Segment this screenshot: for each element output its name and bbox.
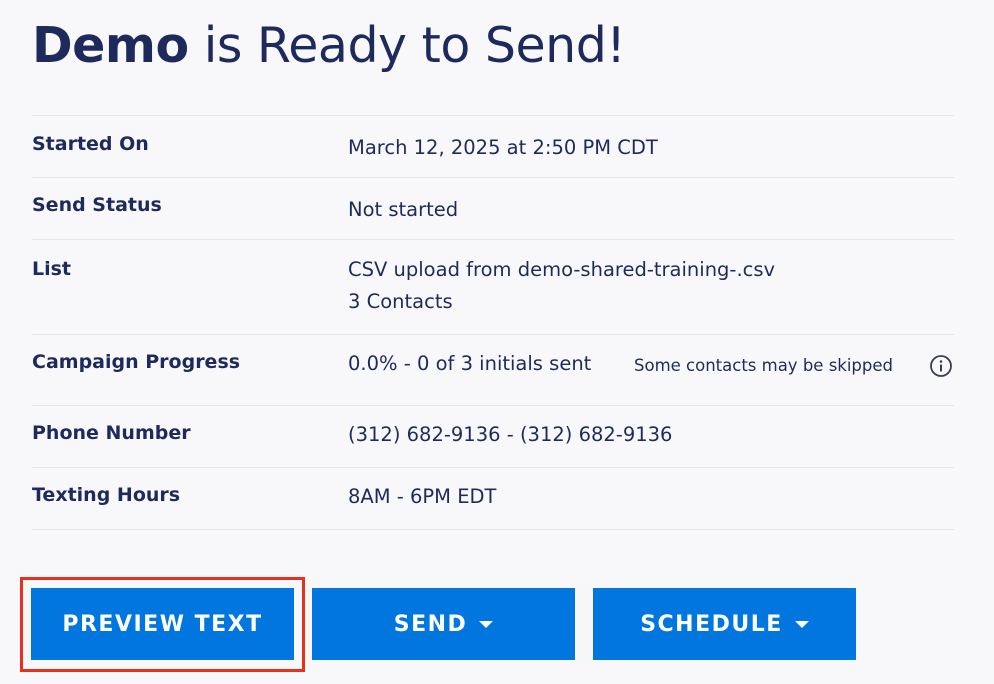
- send-status-value: Not started: [348, 198, 459, 221]
- list-contact-count: 3 Contacts: [348, 290, 453, 313]
- info-icon[interactable]: [929, 354, 953, 378]
- schedule-label: SCHEDULE: [640, 611, 783, 637]
- campaign-progress-label: Campaign Progress: [32, 351, 241, 373]
- chevron-down-icon: [479, 620, 494, 628]
- detail-row-send-status: Send Status Not started: [32, 178, 954, 240]
- page-title: Demo is Ready to Send!: [32, 14, 626, 78]
- detail-row-phone-number: Phone Number (312) 682-9136 - (312) 682-…: [32, 406, 954, 468]
- title-suffix: is Ready to Send!: [188, 17, 626, 74]
- send-label: SEND: [393, 611, 468, 637]
- campaign-progress-value: 0.0% - 0 of 3 initials sent: [348, 352, 592, 375]
- skipped-contacts-note: Some contacts may be skipped: [634, 356, 893, 375]
- list-label: List: [32, 258, 72, 280]
- send-button[interactable]: SEND: [312, 588, 575, 660]
- campaign-name: Demo: [32, 17, 189, 74]
- preview-text-button[interactable]: PREVIEW TEXT: [31, 588, 294, 660]
- list-source: CSV upload from demo-shared-training-.cs…: [348, 258, 776, 281]
- schedule-button[interactable]: SCHEDULE: [593, 588, 856, 660]
- phone-number-label: Phone Number: [32, 422, 191, 444]
- started-on-value: March 12, 2025 at 2:50 PM CDT: [348, 136, 658, 159]
- detail-row-list: List CSV upload from demo-shared-trainin…: [32, 240, 954, 335]
- send-status-label: Send Status: [32, 194, 162, 216]
- texting-hours-value: 8AM - 6PM EDT: [348, 485, 497, 508]
- texting-hours-label: Texting Hours: [32, 484, 181, 506]
- chevron-down-icon: [794, 620, 809, 628]
- campaign-send-page: Demo is Ready to Send! Started On March …: [0, 0, 994, 684]
- detail-row-campaign-progress: Campaign Progress 0.0% - 0 of 3 initials…: [32, 335, 954, 406]
- list-value: CSV upload from demo-shared-training-.cs…: [348, 254, 775, 318]
- detail-row-started-on: Started On March 12, 2025 at 2:50 PM CDT: [32, 116, 954, 178]
- campaign-details: Started On March 12, 2025 at 2:50 PM CDT…: [32, 115, 954, 530]
- phone-number-value: (312) 682-9136 - (312) 682-9136: [348, 423, 673, 446]
- preview-text-label: PREVIEW TEXT: [62, 611, 263, 637]
- detail-row-texting-hours: Texting Hours 8AM - 6PM EDT: [32, 468, 954, 530]
- started-on-label: Started On: [32, 133, 149, 155]
